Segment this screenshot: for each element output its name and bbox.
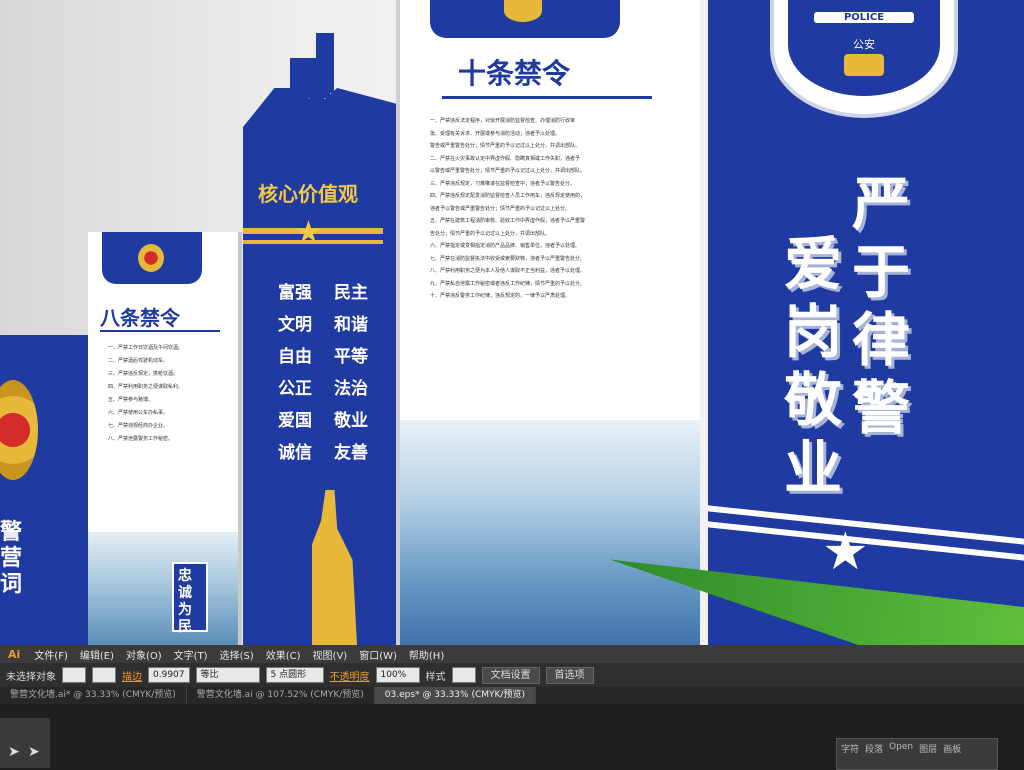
ten-bans-line: 七、严禁在消防监督执法中收受或索要财物，违者予以严重警告处分。 [430,255,586,262]
ten-bans-line: 三、严禁违反规定，刁难推诿在监督检查中；违者予以警告处分。 [430,180,576,187]
ten-bans-rule [442,96,652,99]
opacity-label[interactable]: 不透明度 [330,668,370,683]
menu-item[interactable]: 文字(T) [168,647,214,662]
police-emblem-icon [138,244,164,272]
ten-bans-line: 警告或严重警告处分；情节严重的予以记过以上处分，并调出部队。 [430,143,581,149]
panel-tab[interactable]: 段落 [865,742,883,755]
badge-emblem-icon [844,54,884,76]
core-value-word: 公正 [278,379,312,399]
document-setup-button[interactable]: 文档设置 [481,666,540,684]
ten-bans-line: 十、严禁违反警务工作纪律，违反规定的，一律予以严肃处理。 [430,293,571,299]
core-values-grid: 富强 民主文明 和谐自由 平等公正 法治爱国 敬业诚信 友善 [278,278,368,470]
ten-bans-line: 以警告或严重警告处分；情节严重的予以记过以上处分，并调出部队。 [430,168,586,174]
ten-bans-title: 十条禁令 [458,57,571,90]
eight-bans-line: 五、严禁参与赌博。 [108,397,154,403]
menu-item[interactable]: 编辑(E) [74,647,120,662]
core-value-word: 文明 [278,315,312,335]
document-tab[interactable]: 警营文化墙.ai* @ 33.33% (CMYK/预览) [0,687,187,704]
ten-bans-line: 六、严禁指定或变相指定消防产品品牌、销售单位，违者予以处理。 [430,243,581,249]
core-value-word: 诚信 [278,443,312,463]
ten-bans-line: 一、严禁违反法定程序，对饭开展消防监督检查、办理消防行政审 [430,118,576,124]
selection-tool-icon[interactable]: ➤ [8,744,20,760]
eight-bans-line: 三、严禁违反规定，携枪饮酒。 [108,371,179,377]
menu-item[interactable]: 帮助(H) [403,647,450,662]
slogan-column-2: 爱岗敬业 [784,230,843,502]
badge-ga-text: 公安 [853,38,875,51]
stroke-label[interactable]: 描边 [122,668,142,683]
core-value-word: 和谐 [334,315,368,335]
star-icon: ★ [295,215,322,250]
stroke-swatch[interactable] [92,667,116,683]
eight-bans-badge: 忠诚为民 [172,562,208,635]
eight-bans-line: 八、严禁泄露警务工作秘密。 [108,436,174,442]
direct-selection-tool-icon[interactable]: ➤ [28,744,40,760]
core-value-word: 爱国 [278,411,312,431]
brush-select[interactable]: 5 点圆形 [265,667,324,683]
eight-bans-line: 二、严禁酒后驾驶机动车。 [108,358,169,364]
menu-bar: Ai 文件(F) 编辑(E) 对象(O) 文字(T) 选择(S) 效果(C) 视图(V) 窗口… [0,645,1024,663]
eight-bans-line: 一、严禁工作日饮酒及午间饮酒。 [108,345,184,351]
app-logo: Ai [8,647,21,661]
tower-spire-2 [290,58,330,98]
menu-item[interactable]: 视图(V) [307,647,354,662]
core-value-word: 友善 [334,443,368,463]
preferences-button[interactable]: 首选项 [545,666,594,684]
mountain-graphic [88,532,238,645]
ten-bans-line: 告处分；情节严重的予以记过以上处分，并调出部队。 [430,230,551,237]
mountain-graphic-2 [400,420,700,645]
left-edge-text: 警营词 [0,520,23,597]
document-tab[interactable]: 警营文化墙.ai @ 107.52% (CMYK/预览) [187,687,375,704]
eight-bans-line: 四、严禁利用职务之便谋取私利。 [108,384,184,390]
opacity-input[interactable]: 100% [375,667,420,683]
ten-bans-line: 九、严禁私自泄露工作秘密或者违反工作纪律，情节严重的予以处分。 [430,280,586,287]
document-tabs: 警营文化墙.ai* @ 33.33% (CMYK/预览) 警营文化墙.ai @ 1… [0,687,1024,704]
eight-bans-panel: 八条禁令 一、严禁工作日饮酒及午间饮酒。 二、严禁酒后驾驶机动车。三、严禁违反规定… [88,232,238,645]
ten-bans-list: 一、严禁违反法定程序，对饭开展消防监督检查、办理消防行政审 批、受理有关诉求、开展… [430,115,666,303]
document-tab[interactable]: 03.eps* @ 33.33% (CMYK/预览) [374,687,536,704]
panel-tab[interactable]: Open [889,742,913,755]
menu-item[interactable]: 窗口(W) [353,647,403,662]
tools-panel: ➤ ➤ [0,718,50,768]
menu-item[interactable]: 效果(C) [260,647,307,662]
eight-bans-title: 八条禁令 [100,306,180,330]
badge-police-label: POLICE [814,12,914,23]
ten-bans-line: 五、严禁在建筑工程消防审核、验收工作中弄虚作假，违者予以严重警 [430,218,586,224]
core-value-word: 平等 [334,347,368,367]
core-values-title: 核心价值观 [258,182,358,206]
menu-item[interactable]: 对象(O) [120,647,168,662]
artwork-canvas[interactable]: 警营词 八条禁令 一、严禁工作日饮酒及午间饮酒。 二、严禁酒后驾驶机动车。三、严禁… [0,0,1024,645]
layers-panel-dock: 字符 段落 Open 图层 画板 [836,738,998,770]
ten-bans-line: 违者予以警告或严重警告处分；情节严重的予以记过以上处分。 [430,205,571,212]
stroke-weight-input[interactable]: 0.9907 [148,667,190,683]
style-swatch[interactable] [451,667,476,683]
panel-tab[interactable]: 画板 [943,742,961,755]
selection-status: 未选择对象 [6,671,56,683]
panel-tab[interactable]: 图层 [919,742,937,755]
eight-bans-rule [100,330,220,332]
menu-item[interactable]: 文件(F) [28,647,74,662]
ten-bans-emblem-icon [504,0,542,22]
fill-swatch[interactable] [62,667,86,683]
panel-tab[interactable]: 字符 [841,742,859,755]
style-label: 样式 [425,671,446,683]
ten-bans-panel: 十条禁令 一、严禁违反法定程序，对饭开展消防监督检查、办理消防行政审 批、受理有关… [400,0,700,645]
core-value-word: 富强 [278,283,312,303]
eight-bans-line: 七、严禁违规经商办企业。 [108,423,169,429]
ten-bans-line: 四、严禁违反规定配发消防监督检查人员工作用车；违反规定使用的， [430,193,586,199]
slogan-column-1: 严于律警 [852,170,911,442]
stroke-profile-select[interactable]: 等比 [195,667,260,683]
menu-item[interactable]: 选择(S) [214,647,260,662]
core-value-word: 民主 [334,283,368,303]
ten-bans-line: 批、受理有关诉求、开展或参与消防活动；违者予以处理。 [430,130,561,137]
control-bar: 未选择对象 描边 0.9907 等比 5 点圆形 不透明度 100% 样式 文档… [0,663,1024,687]
ten-bans-line: 二、严禁在火灾事故认定中弄虚作假、隐瞒真相或工作失职，违者予 [430,155,581,162]
eight-bans-line: 六、严禁使用公车办私事。 [108,410,169,416]
ten-bans-line: 八、严禁利用职务之便为本人及他人谋取不正当利益，违者予以处理。 [430,268,586,274]
core-value-word: 法治 [334,379,368,399]
eight-bans-list: 一、严禁工作日饮酒及午间饮酒。 二、严禁酒后驾驶机动车。三、严禁违反规定，携枪饮酒… [108,342,218,446]
core-value-word: 敬业 [334,411,368,431]
core-value-word: 自由 [278,347,312,367]
slogan-star-icon: ★ [822,522,869,582]
